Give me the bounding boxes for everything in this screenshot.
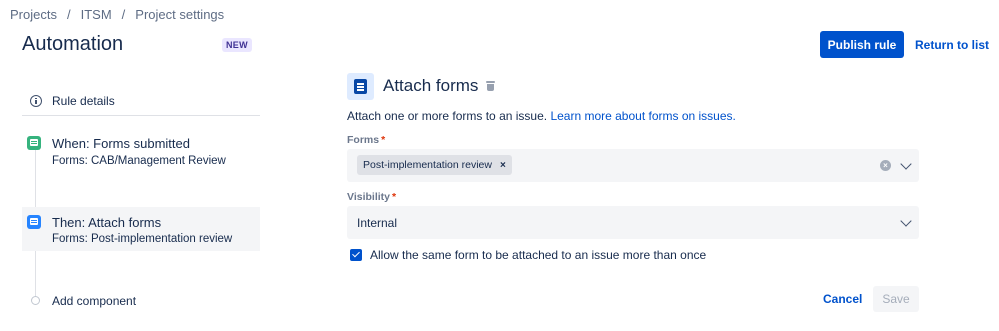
- breadcrumb-itsm[interactable]: ITSM: [81, 7, 112, 22]
- clear-icon[interactable]: ×: [880, 160, 891, 171]
- add-component-item[interactable]: Add component: [22, 292, 260, 312]
- publish-rule-button[interactable]: Publish rule: [820, 31, 904, 58]
- new-badge: NEW: [222, 38, 252, 52]
- form-icon: [27, 215, 41, 229]
- allow-duplicate-checkbox[interactable]: [350, 249, 362, 261]
- description-text: Attach one or more forms to an issue.: [347, 109, 548, 123]
- visibility-select[interactable]: Internal: [347, 206, 919, 239]
- rule-details-item[interactable]: Rule details: [22, 86, 260, 116]
- cancel-button[interactable]: Cancel: [816, 286, 869, 312]
- return-to-list-button[interactable]: Return to list: [915, 31, 989, 58]
- component-action-attach-forms[interactable]: Then: Attach forms Forms: Post-implement…: [22, 207, 260, 251]
- panel-description: Attach one or more forms to an issue. Le…: [347, 109, 736, 123]
- panel-title: Attach forms: [383, 76, 479, 95]
- forms-select[interactable]: Post-implementation review × ×: [347, 149, 919, 182]
- component-title: Then: Attach forms: [52, 215, 162, 230]
- visibility-value: Internal: [357, 216, 398, 230]
- sidebar-divider: [22, 115, 260, 116]
- selected-form-tag: Post-implementation review ×: [357, 155, 512, 175]
- chevron-down-icon[interactable]: [900, 158, 912, 170]
- page-title: Automation: [22, 33, 124, 55]
- add-component-label: Add component: [52, 294, 137, 308]
- breadcrumb-projects[interactable]: Projects: [10, 7, 57, 22]
- save-button[interactable]: Save: [873, 286, 919, 312]
- chevron-down-icon[interactable]: [900, 215, 912, 227]
- selected-form-label: Post-implementation review: [363, 159, 492, 171]
- component-subtitle: Forms: Post-implementation review: [52, 233, 233, 245]
- attach-forms-icon: [347, 73, 374, 100]
- component-trigger-forms-submitted[interactable]: When: Forms submitted Forms: CAB/Managem…: [22, 134, 260, 174]
- required-mark: *: [392, 191, 397, 203]
- allow-duplicate-label: Allow the same form to be attached to an…: [370, 248, 707, 262]
- remove-tag-icon[interactable]: ×: [500, 160, 506, 171]
- forms-field-label: Forms *: [347, 134, 385, 146]
- required-mark: *: [381, 134, 386, 146]
- form-icon: [27, 136, 41, 150]
- learn-more-link[interactable]: Learn more about forms on issues.: [550, 109, 735, 123]
- visibility-field-label: Visibility *: [347, 191, 396, 203]
- info-icon: [30, 95, 42, 107]
- breadcrumb: Projects / ITSM / Project settings: [10, 7, 224, 22]
- visibility-label-text: Visibility: [347, 191, 390, 203]
- breadcrumb-separator: /: [66, 7, 71, 22]
- rule-details-label: Rule details: [52, 94, 115, 108]
- component-title: When: Forms submitted: [52, 136, 190, 151]
- component-subtitle: Forms: CAB/Management Review: [52, 155, 226, 167]
- breadcrumb-project-settings[interactable]: Project settings: [135, 7, 224, 22]
- allow-duplicate-row[interactable]: Allow the same form to be attached to an…: [350, 248, 706, 262]
- add-dot-icon: [31, 296, 40, 305]
- forms-label-text: Forms: [347, 134, 380, 146]
- delete-icon[interactable]: [486, 81, 495, 91]
- breadcrumb-separator: /: [121, 7, 126, 22]
